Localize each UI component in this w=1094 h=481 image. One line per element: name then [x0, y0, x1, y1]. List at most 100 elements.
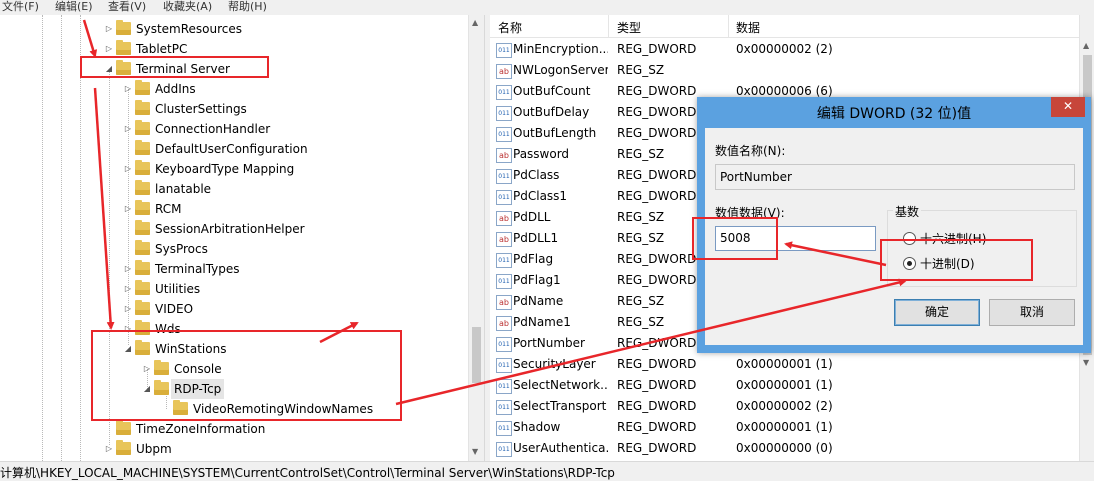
column-header-name[interactable]: 名称 — [498, 19, 522, 36]
folder-icon — [135, 180, 150, 195]
value-type: REG_SZ — [617, 210, 665, 224]
value-type: REG_SZ — [617, 63, 665, 77]
value-data: 0x00000001 (1) — [736, 378, 833, 392]
column-header-type[interactable]: 类型 — [617, 19, 641, 36]
expand-arrow-icon[interactable]: ▷ — [123, 79, 133, 99]
folder-icon — [135, 100, 150, 115]
value-data: 0x00000001 (1) — [736, 357, 833, 371]
status-bar: 计算机\HKEY_LOCAL_MACHINE\SYSTEM\CurrentCon… — [0, 461, 1094, 481]
tree-node-label: ConnectionHandler — [155, 122, 271, 136]
value-type: REG_DWORD — [617, 399, 697, 413]
dword-value-icon: 011 — [496, 274, 512, 289]
value-type: REG_SZ — [617, 231, 665, 245]
dword-value-icon: 011 — [496, 127, 512, 142]
tree-node-label: TimeZoneInformation — [136, 422, 266, 436]
value-type: REG_DWORD — [617, 252, 697, 266]
tree-node-label: DefaultUserConfiguration — [155, 142, 308, 156]
ok-button[interactable]: 确定 — [894, 299, 980, 326]
folder-icon — [116, 20, 131, 35]
folder-icon — [135, 300, 150, 315]
dword-value-icon: 011 — [496, 106, 512, 121]
value-type: REG_SZ — [617, 315, 665, 329]
tree-node-label: ClusterSettings — [155, 102, 247, 116]
value-name: PortNumber — [513, 336, 585, 350]
value-name: PdName1 — [513, 315, 571, 329]
dialog-titlebar[interactable]: 编辑 DWORD (32 位)值 ✕ — [697, 97, 1091, 127]
dword-value-icon: 011 — [496, 337, 512, 352]
column-header-data[interactable]: 数据 — [736, 19, 760, 36]
value-type: REG_DWORD — [617, 273, 697, 287]
value-name: PdClass — [513, 168, 560, 182]
expand-arrow-icon[interactable]: ▷ — [123, 259, 133, 279]
value-row[interactable]: 011 SelectNetwork... REG_DWORD 0x00000001 (… — [490, 375, 1079, 396]
dword-value-icon: 011 — [496, 169, 512, 184]
string-value-icon: ab — [496, 211, 512, 226]
folder-icon — [135, 80, 150, 95]
scroll-down-icon[interactable]: ▼ — [472, 447, 478, 456]
scroll-down-icon[interactable]: ▼ — [1083, 358, 1089, 367]
value-name: UserAuthentica... — [513, 441, 608, 455]
tree-scrollbar-thumb[interactable] — [472, 327, 481, 383]
folder-icon — [135, 140, 150, 155]
folder-icon — [116, 440, 131, 455]
folder-icon — [135, 260, 150, 275]
value-name: OutBufDelay — [513, 105, 590, 119]
value-name: SelectNetwork... — [513, 378, 608, 392]
folder-icon — [135, 200, 150, 215]
value-row[interactable]: 011 SecurityLayer REG_DWORD 0x00000001 (1) — [490, 354, 1079, 375]
value-name: Password — [513, 147, 570, 161]
value-name: PdFlag1 — [513, 273, 561, 287]
value-name: PdName — [513, 294, 564, 308]
menu-bar: 文件(F) 编辑(E) 查看(V) 收藏夹(A) 帮助(H) — [0, 0, 1094, 15]
folder-icon — [135, 160, 150, 175]
string-value-icon: ab — [496, 316, 512, 331]
tree-node-label: Utilities — [155, 282, 201, 296]
expand-arrow-icon[interactable]: ▷ — [123, 199, 133, 219]
menu-edit[interactable]: 编辑(E) — [55, 0, 93, 14]
expand-arrow-icon[interactable]: ▷ — [123, 119, 133, 139]
value-type: REG_DWORD — [617, 336, 697, 350]
value-row[interactable]: ab NWLogonServer REG_SZ — [490, 60, 1079, 81]
value-row[interactable]: 011 SelectTransport REG_DWORD 0x00000002 (2… — [490, 396, 1079, 417]
scroll-up-icon[interactable]: ▲ — [472, 18, 478, 27]
tree-node-label: SystemResources — [136, 22, 243, 36]
dword-value-icon: 011 — [496, 379, 512, 394]
tree-node-label: SysProcs — [155, 242, 208, 256]
value-row[interactable]: 011 Shadow REG_DWORD 0x00000001 (1) — [490, 417, 1079, 438]
value-name: NWLogonServer — [513, 63, 608, 77]
value-name: MinEncryption... — [513, 42, 608, 56]
value-name: Shadow — [513, 420, 561, 434]
menu-file[interactable]: 文件(F) — [2, 0, 39, 14]
value-name: OutBufCount — [513, 84, 591, 98]
expand-arrow-icon[interactable]: ▷ — [104, 19, 114, 39]
highlight-terminal-server — [80, 56, 269, 78]
scroll-up-icon[interactable]: ▲ — [1083, 41, 1089, 50]
value-type: REG_DWORD — [617, 42, 697, 56]
base-label: 基数 — [893, 203, 922, 220]
value-row[interactable]: 011 MinEncryption... REG_DWORD 0x00000002 (… — [490, 39, 1079, 60]
tree-node-label: AddIns — [155, 82, 196, 96]
expand-arrow-icon[interactable]: ▷ — [123, 299, 133, 319]
tree-scrollbar[interactable]: ▲ ▼ — [468, 15, 485, 461]
folder-icon — [135, 240, 150, 255]
dword-value-icon: 011 — [496, 190, 512, 205]
folder-icon — [135, 220, 150, 235]
menu-view[interactable]: 查看(V) — [108, 0, 146, 14]
cancel-button[interactable]: 取消 — [989, 299, 1075, 326]
value-type: REG_DWORD — [617, 441, 697, 455]
value-type: REG_DWORD — [617, 105, 697, 119]
menu-favorites[interactable]: 收藏夹(A) — [163, 0, 212, 14]
value-row[interactable]: 011 UserAuthentica... REG_DWORD 0x00000000 … — [490, 438, 1079, 459]
tree-node-label: KeyboardType Mapping — [155, 162, 295, 176]
dword-value-icon: 011 — [496, 421, 512, 436]
close-icon[interactable]: ✕ — [1051, 97, 1085, 117]
dword-value-icon: 011 — [496, 358, 512, 373]
expand-arrow-icon[interactable]: ▷ — [123, 159, 133, 179]
menu-help[interactable]: 帮助(H) — [228, 0, 267, 14]
tree-node-label: SessionArbitrationHelper — [155, 222, 305, 236]
tree-node-label: Ubpm — [136, 442, 172, 456]
expand-arrow-icon[interactable]: ▷ — [104, 439, 114, 459]
value-data: 0x00000001 (1) — [736, 420, 833, 434]
expand-arrow-icon[interactable]: ▷ — [123, 279, 133, 299]
dialog-title: 编辑 DWORD (32 位)值 — [816, 106, 972, 122]
